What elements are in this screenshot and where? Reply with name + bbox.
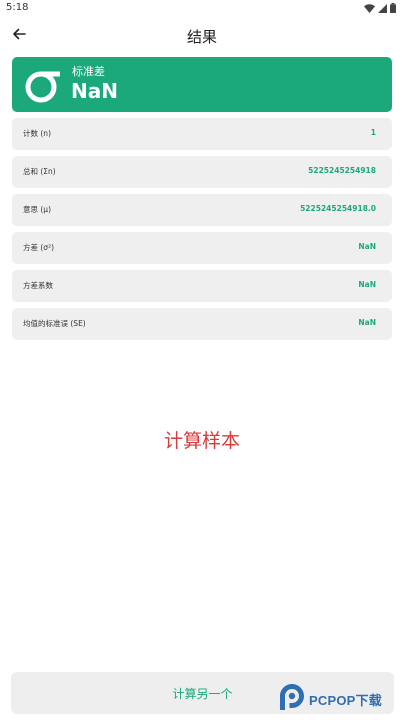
result-label: 计数 (n) bbox=[23, 129, 51, 138]
result-label: 方差 (σ²) bbox=[23, 243, 54, 252]
std-dev-card: 标准差 NaN bbox=[12, 57, 392, 112]
results-list: 计数 (n) 1 总和 (Σn) 5225245254918 意思 (μ) 52… bbox=[12, 118, 392, 346]
result-label: 均值的标准误 (SE) bbox=[23, 319, 86, 328]
status-time: 5:18 bbox=[6, 2, 29, 13]
result-value: 1 bbox=[370, 128, 376, 137]
result-row-coefficient-of-variation: 方差系数 NaN bbox=[12, 270, 392, 302]
signal-icon bbox=[378, 3, 387, 13]
result-row-standard-error: 均值的标准误 (SE) NaN bbox=[12, 308, 392, 340]
result-value: NaN bbox=[358, 318, 376, 327]
page-title: 结果 bbox=[186, 28, 217, 46]
result-row-count: 计数 (n) 1 bbox=[12, 118, 392, 150]
watermark-brand: PCPOP下载 bbox=[309, 692, 382, 708]
result-value: 5225245254918.0 bbox=[300, 204, 376, 213]
result-value: 5225245254918 bbox=[308, 166, 376, 175]
result-label: 总和 (Σn) bbox=[23, 167, 56, 176]
wifi-icon bbox=[364, 3, 375, 13]
pcpop-logo-icon bbox=[279, 683, 305, 715]
result-label: 方差系数 bbox=[23, 281, 53, 290]
std-dev-value: NaN bbox=[71, 79, 118, 103]
battery-icon bbox=[390, 3, 396, 13]
sigma-icon bbox=[22, 65, 62, 105]
std-dev-label: 标准差 bbox=[72, 65, 105, 78]
result-row-mean: 意思 (μ) 5225245254918.0 bbox=[12, 194, 392, 226]
result-row-variance: 方差 (σ²) NaN bbox=[12, 232, 392, 264]
status-icons bbox=[364, 3, 396, 13]
app-bar: 结果 bbox=[0, 18, 404, 54]
result-row-sum: 总和 (Σn) 5225245254918 bbox=[12, 156, 392, 188]
result-value: NaN bbox=[358, 242, 376, 251]
status-bar: 5:18 bbox=[0, 0, 404, 18]
watermark: PCPOP下载 bbox=[279, 683, 399, 715]
result-label: 意思 (μ) bbox=[23, 205, 52, 214]
caption-text: 计算样本 bbox=[163, 430, 240, 452]
result-value: NaN bbox=[358, 280, 376, 289]
